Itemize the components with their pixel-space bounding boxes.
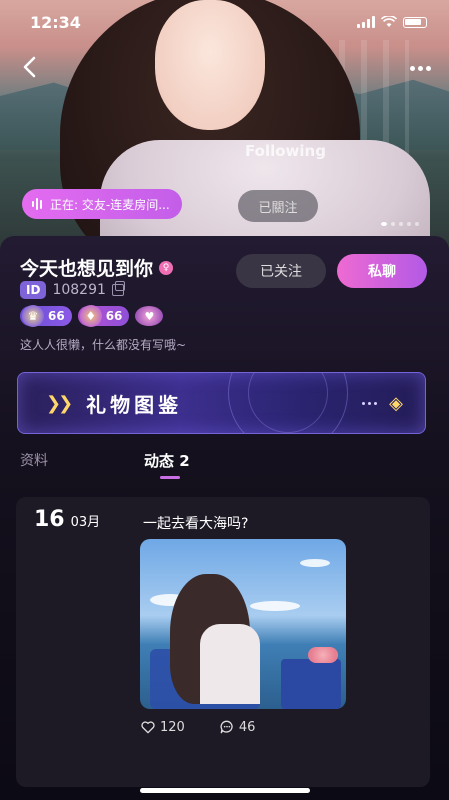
like-count: 120 [160,719,185,735]
live-audio-icon [32,197,42,211]
profile-name: 今天也想见到你 [20,258,154,280]
crown-icon: ♛ [22,305,44,327]
back-button[interactable] [14,52,44,82]
carousel-dot [415,222,419,226]
photo-girl-body [200,624,260,704]
chevron-left-icon [23,56,36,78]
heart-icon [141,721,155,734]
carousel-dot [407,222,411,226]
tab-profile[interactable]: 资料 [20,450,48,470]
copy-icon[interactable] [111,281,125,296]
carousel-indicator [381,222,419,226]
post-actions: 120 46 [140,719,255,735]
dots-decoration-icon [362,402,377,405]
following-ghost-label: Following [245,142,326,160]
profile-bio: 这人人很懒，什么都没有写哦~ [20,338,187,352]
moment-post[interactable]: 16 03月 一起去看大海吗? 120 46 [16,497,430,787]
status-bar: 12:34 [0,0,449,44]
charm-level-number: 66 [105,309,123,323]
heart-wing-icon[interactable]: ♥ [135,306,164,326]
home-indicator[interactable] [140,788,310,793]
like-button[interactable]: 120 [140,719,185,735]
wifi-icon [381,16,397,27]
charm-level-badge[interactable]: ♦ 66 [77,305,130,327]
wealth-level-number: 66 [48,309,65,323]
photo-table [281,659,341,709]
more-dot-icon [417,65,423,71]
gender-female-icon: ♀ [159,260,174,275]
tab-active-indicator [160,476,180,479]
badges-row: ♛ 66 ♦ 66 ♥ [20,305,164,327]
gift-gallery-banner[interactable]: ❯❯ 礼物图鉴 ◈ [17,372,426,434]
photo-cloud [300,559,330,567]
signal-icon [357,16,375,28]
battery-icon [403,16,427,28]
comment-icon [220,720,233,734]
carousel-dot [399,222,403,226]
profile-name-row: 今天也想见到你 ♀ [20,254,174,281]
carousel-dot-active [381,222,387,226]
id-number: 108291 [52,282,106,298]
comment-count: 46 [238,719,256,735]
wealth-level-badge[interactable]: ♛ 66 [20,305,72,327]
post-day: 16 [34,507,65,532]
followed-button[interactable]: 已关注 [236,254,326,288]
post-date: 16 03月 [34,507,100,532]
id-row: ID 108291 [20,281,125,299]
tab-moments[interactable]: 动态 2 [144,450,190,471]
ghost-follow-button: 已關注 [238,190,318,222]
post-month: 03月 [70,515,101,530]
status-icons [357,16,427,28]
id-badge: ID [20,281,47,299]
more-options-button[interactable] [405,58,435,78]
more-dot-icon [425,65,431,71]
post-text: 一起去看大海吗? [143,516,249,532]
double-chevron-icon: ❯❯ [46,392,73,414]
arrow-right-icon: ◈ [389,393,403,414]
private-chat-button[interactable]: 私聊 [337,254,427,288]
carousel-dot [391,222,395,226]
status-time: 12:34 [30,12,81,32]
live-status-pill[interactable]: 正在: 交友-连麦房间... [22,189,182,219]
live-status-text: 正在: 交友-连麦房间... [50,197,170,212]
gift-gallery-title: 礼物图鉴 [86,392,183,417]
more-dot-icon [409,65,415,71]
shield-icon: ♦ [79,305,102,327]
comment-button[interactable]: 46 [219,719,256,735]
photo-flowers [308,647,338,663]
profile-tabs: 资料 动态 2 [0,450,449,480]
post-photo[interactable] [140,539,346,709]
photo-cloud [250,601,300,611]
